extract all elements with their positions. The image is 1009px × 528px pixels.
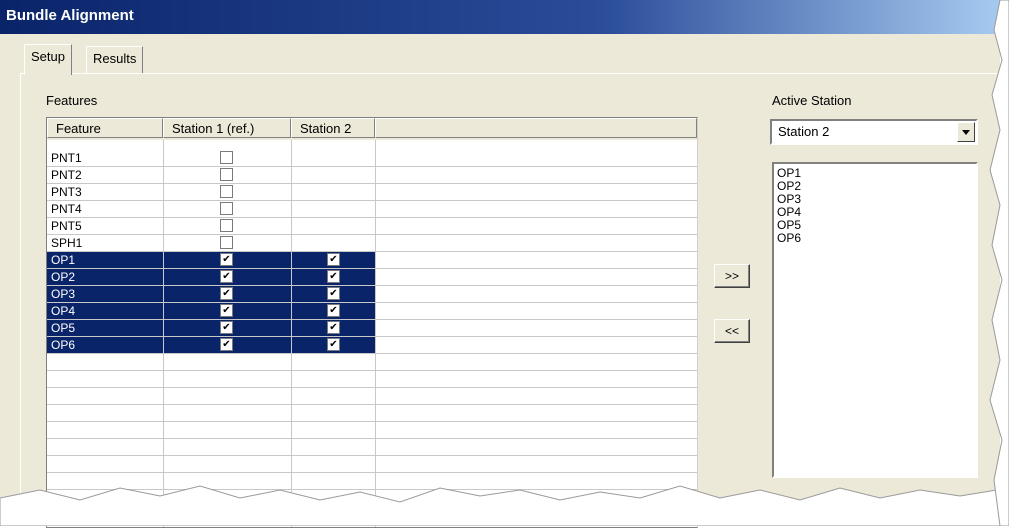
column-header-station2[interactable]: Station 2 (291, 118, 375, 138)
features-label: Features (46, 93, 98, 108)
row-selection-highlight (47, 286, 375, 302)
row-selection-highlight (47, 252, 375, 268)
feature-name: PNT4 (51, 202, 82, 216)
station1-checkbox[interactable] (220, 236, 233, 249)
table-row (47, 439, 697, 456)
table-row[interactable]: OP4 (47, 303, 697, 320)
feature-name: PNT5 (51, 219, 82, 233)
station2-checkbox[interactable] (327, 270, 340, 283)
features-grid[interactable]: Feature Station 1 (ref.) Station 2 PNT1 P… (46, 117, 698, 528)
row-selection-highlight (47, 303, 375, 319)
table-row[interactable]: OP2 (47, 269, 697, 286)
table-row[interactable]: PNT4 (47, 201, 697, 218)
station1-checkbox[interactable] (220, 202, 233, 215)
feature-name: OP2 (51, 270, 76, 284)
row-selection-highlight (47, 320, 375, 336)
station1-checkbox[interactable] (220, 338, 233, 351)
table-row[interactable]: SPH1 (47, 235, 697, 252)
table-row[interactable]: OP6 (47, 337, 697, 354)
table-row[interactable]: PNT1 (47, 150, 697, 167)
feature-name: PNT1 (51, 151, 82, 165)
station1-checkbox[interactable] (220, 151, 233, 164)
table-row (47, 388, 697, 405)
chevron-down-icon[interactable] (957, 122, 975, 142)
table-row[interactable]: OP3 (47, 286, 697, 303)
station1-checkbox[interactable] (220, 270, 233, 283)
active-station-label: Active Station (772, 93, 852, 108)
add-button[interactable]: >> (714, 264, 750, 288)
window-title: Bundle Alignment (6, 7, 134, 24)
table-row[interactable]: PNT3 (47, 184, 697, 201)
station2-checkbox[interactable] (327, 338, 340, 351)
station2-checkbox[interactable] (327, 253, 340, 266)
tab-setup[interactable]: Setup (24, 44, 72, 75)
active-station-value: Station 2 (778, 124, 830, 139)
feature-name: OP3 (51, 287, 76, 301)
active-station-dropdown[interactable]: Station 2 (770, 119, 978, 145)
feature-name: PNT3 (51, 185, 82, 199)
station2-checkbox[interactable] (327, 287, 340, 300)
column-header-station1[interactable]: Station 1 (ref.) (163, 118, 291, 138)
table-row[interactable]: OP5 (47, 320, 697, 337)
station2-checkbox[interactable] (327, 321, 340, 334)
station1-checkbox[interactable] (220, 287, 233, 300)
station1-checkbox[interactable] (220, 185, 233, 198)
station1-checkbox[interactable] (220, 168, 233, 181)
remove-button[interactable]: << (714, 319, 750, 343)
dialog-window: Bundle Alignment Setup Results Features … (0, 0, 1005, 528)
grid-column-divider (291, 140, 292, 527)
row-selection-highlight (47, 269, 375, 285)
table-row (47, 371, 697, 388)
table-row[interactable]: PNT5 (47, 218, 697, 235)
torn-paper-edge (0, 485, 1009, 526)
table-row (47, 354, 697, 371)
feature-name: SPH1 (51, 236, 83, 250)
feature-name: OP5 (51, 321, 76, 335)
station2-checkbox[interactable] (327, 304, 340, 317)
table-row[interactable]: PNT2 (47, 167, 697, 184)
title-bar[interactable]: Bundle Alignment (0, 0, 1000, 34)
station-features-list[interactable]: OP1 OP2 OP3 OP4 OP5 OP6 (772, 162, 978, 478)
row-selection-highlight (47, 337, 375, 353)
feature-name: PNT2 (51, 168, 82, 182)
table-row[interactable]: OP1 (47, 252, 697, 269)
station1-checkbox[interactable] (220, 321, 233, 334)
tab-results[interactable]: Results (86, 46, 144, 73)
grid-header: Feature Station 1 (ref.) Station 2 (47, 118, 697, 140)
feature-name: OP6 (51, 338, 76, 352)
table-row (47, 405, 697, 422)
table-row (47, 422, 697, 439)
grid-column-divider (163, 140, 164, 527)
feature-name: OP1 (51, 253, 76, 267)
torn-paper-right-edge (989, 0, 1009, 526)
column-header-empty (375, 118, 697, 138)
station1-checkbox[interactable] (220, 253, 233, 266)
station1-checkbox[interactable] (220, 219, 233, 232)
station1-checkbox[interactable] (220, 304, 233, 317)
list-item[interactable]: OP6 (777, 232, 801, 245)
table-row (47, 456, 697, 473)
column-header-feature[interactable]: Feature (47, 118, 163, 138)
grid-column-divider (375, 140, 376, 527)
feature-name: OP4 (51, 304, 76, 318)
